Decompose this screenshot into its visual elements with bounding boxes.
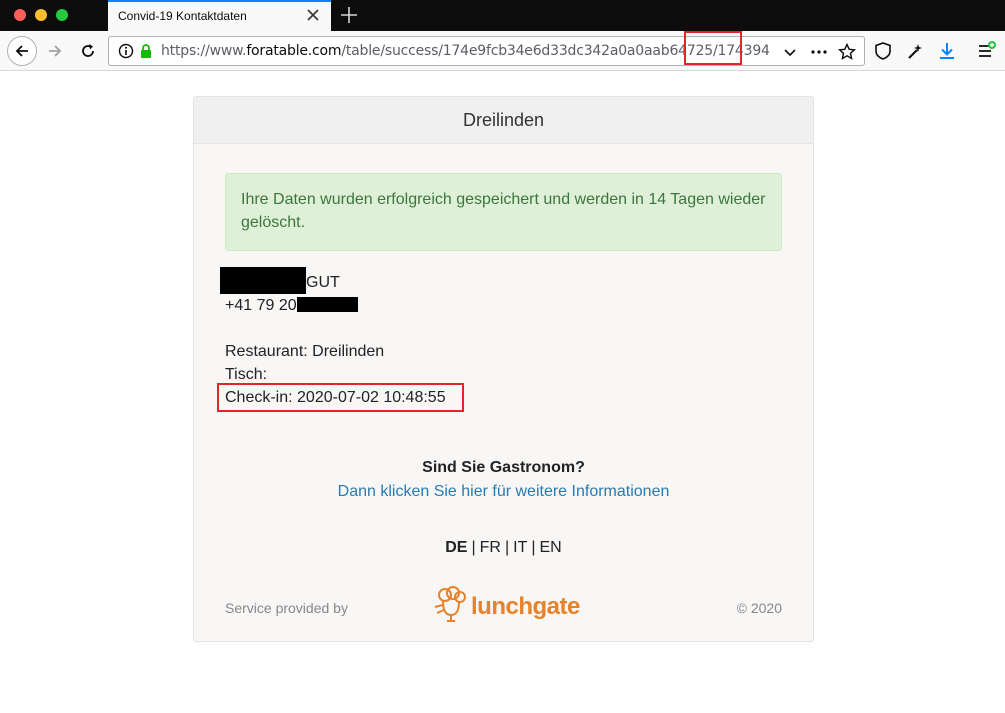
window-close-button[interactable] <box>14 9 26 21</box>
lang-it[interactable]: IT <box>511 539 529 556</box>
navigation-bar: https://www.foratable.com/table/success/… <box>0 31 1005 71</box>
reload-button[interactable] <box>75 38 101 64</box>
lock-icon[interactable] <box>138 43 154 59</box>
copyright: © 2020 <box>736 600 782 616</box>
download-icon[interactable] <box>937 41 957 61</box>
star-icon[interactable] <box>837 42 857 60</box>
url-id-highlight-box <box>684 31 742 65</box>
window-minimize-button[interactable] <box>35 9 47 21</box>
lunchgate-logo[interactable]: lunchgate <box>431 585 581 627</box>
new-tab-button[interactable] <box>339 4 359 26</box>
reload-icon <box>82 44 94 57</box>
more-info-link[interactable]: Dann klicken Sie hier für weitere Inform… <box>194 483 813 501</box>
shield-icon[interactable] <box>873 41 893 61</box>
lang-en[interactable]: EN <box>538 539 564 556</box>
window-zoom-button[interactable] <box>56 9 68 21</box>
back-arrow-icon <box>15 45 28 57</box>
tab-title: Convid-19 Kontaktdaten <box>118 9 247 23</box>
language-switcher: DE | FR | IT | EN <box>194 539 813 557</box>
lang-de[interactable]: DE <box>443 539 469 556</box>
guest-name: GUT <box>306 274 340 291</box>
forward-arrow-icon <box>49 45 62 57</box>
url-bar[interactable]: https://www.foratable.com/table/success/… <box>108 31 865 66</box>
info-icon[interactable] <box>118 43 134 59</box>
gastronom-question: Sind Sie Gastronom? <box>422 459 585 476</box>
tab-bar: Convid-19 Kontaktdaten <box>0 0 1005 31</box>
url-text[interactable]: https://www.foratable.com/table/success/… <box>161 43 770 59</box>
restaurant-info: Restaurant: Dreilinden <box>225 343 385 360</box>
more-dots-icon[interactable] <box>810 44 827 60</box>
lang-separator: | <box>531 539 536 556</box>
lang-separator: | <box>504 539 510 556</box>
redaction-bar-name <box>220 267 306 294</box>
logo-text: lunchgate <box>471 593 580 620</box>
redaction-bar-phone <box>297 297 358 312</box>
browser-tab[interactable]: Convid-19 Kontaktdaten <box>108 0 331 31</box>
contact-data-card: Dreilinden Ihre Daten wurden erfolgreich… <box>193 96 814 642</box>
lang-fr[interactable]: FR <box>478 539 503 556</box>
lang-separator: | <box>471 539 476 556</box>
service-provided-label: Service provided by <box>225 600 348 616</box>
page-title: Dreilinden <box>194 97 813 144</box>
guest-phone: +41 79 20 <box>225 297 297 314</box>
success-alert: Ihre Daten wurden erfolgreich gespeicher… <box>225 173 782 251</box>
tab-close-icon[interactable] <box>303 5 323 25</box>
url-prefix: https://www. <box>161 43 247 59</box>
back-button[interactable] <box>7 36 37 66</box>
menu-icon[interactable] <box>976 41 996 61</box>
forward-button[interactable] <box>42 38 68 64</box>
customize-icon[interactable] <box>905 41 925 61</box>
chevron-down-icon[interactable] <box>782 44 798 60</box>
url-path: /table/success/174e9fcb34e6d33dc342a0a0a… <box>341 43 718 59</box>
table-info: Tisch: <box>225 366 268 383</box>
chef-hat-icon <box>434 586 466 622</box>
url-domain: foratable.com <box>246 43 342 59</box>
checkin-highlight-box <box>217 383 464 412</box>
